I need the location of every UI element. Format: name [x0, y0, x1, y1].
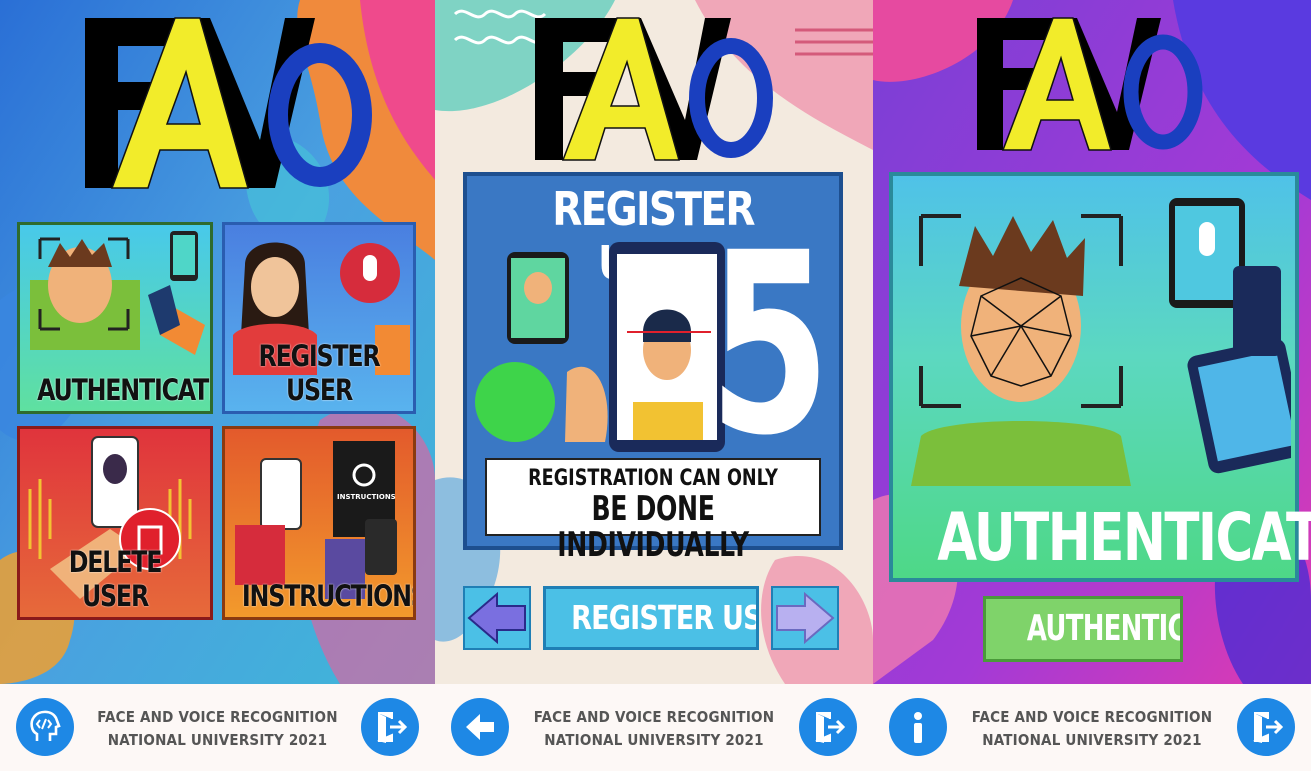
- arrow-left-icon: [466, 714, 494, 740]
- register-info-panel: REGISTER USER 5 REGISTRATION CAN ONLY BE…: [463, 172, 843, 563]
- authenticate-tile[interactable]: AUTHENTICATE: [17, 222, 213, 414]
- footer-credits: FACE AND VOICE RECOGNITION NATIONAL UNIV…: [80, 706, 355, 752]
- register-phone-illustration: [475, 242, 725, 452]
- favo-logo: [535, 17, 773, 161]
- register-user-tile-label: REGISTER USER: [258, 339, 380, 407]
- authenticate-face-illustration: [911, 198, 1291, 486]
- register-user-button-label: REGISTER USER: [571, 598, 759, 637]
- delete-user-tile-label: DELETE USER: [68, 545, 163, 613]
- footer-line-2: NATIONAL UNIVERSITY 2021: [107, 731, 328, 749]
- exit-door-icon: [815, 712, 846, 743]
- footer-credits: FACE AND VOICE RECOGNITION NATIONAL UNIV…: [953, 706, 1231, 752]
- exit-door-icon: [377, 712, 408, 743]
- favo-logo: [977, 17, 1203, 151]
- previous-arrow-button[interactable]: [463, 586, 531, 654]
- register-screen: REGISTER USER 5 REGISTRATION CAN ONLY BE…: [435, 0, 873, 771]
- head-code-button[interactable]: [16, 698, 74, 756]
- register-note-line-2: BE DONE INDIVIDUALLY: [557, 489, 749, 565]
- authenticate-panel-label: AUTHENTICATE: [937, 499, 1311, 576]
- authenticate-button-label: AUTHENTICATE: [1026, 608, 1183, 649]
- instructions-tile-label: INSTRUCTIONS: [241, 579, 416, 613]
- authenticate-info-panel: AUTHENTICATE: [889, 172, 1311, 582]
- instructions-book-label: INSTRUCTIONS: [337, 493, 396, 501]
- info-button[interactable]: [889, 698, 947, 756]
- register-note-box: REGISTRATION CAN ONLY BE DONE INDIVIDUAL…: [485, 458, 821, 563]
- footer-line-1: FACE AND VOICE RECOGNITION: [97, 708, 338, 726]
- next-arrow-button[interactable]: [771, 586, 839, 654]
- exit-button[interactable]: [1237, 698, 1295, 756]
- arrow-right-icon: [771, 586, 839, 650]
- authenticate-button[interactable]: AUTHENTICATE: [983, 596, 1183, 662]
- favo-logo: [85, 17, 372, 189]
- instructions-tile[interactable]: INSTRUCTIONS INSTRUCTIONS: [222, 426, 416, 620]
- exit-button[interactable]: [361, 698, 419, 756]
- arrow-left-icon: [463, 586, 531, 650]
- exit-button[interactable]: [799, 698, 857, 756]
- delete-user-tile[interactable]: DELETE USER: [17, 426, 213, 620]
- footer-bar: FACE AND VOICE RECOGNITION NATIONAL UNIV…: [435, 684, 873, 771]
- register-user-button[interactable]: REGISTER USER: [543, 586, 759, 650]
- register-user-tile[interactable]: REGISTER USER: [222, 222, 416, 414]
- register-big-number: 5: [708, 199, 831, 490]
- footer-line-2: NATIONAL UNIVERSITY 2021: [544, 731, 764, 749]
- footer-bar: FACE AND VOICE RECOGNITION NATIONAL UNIV…: [873, 684, 1311, 771]
- authenticate-screen: AUTHENTICATE AUTHENTICATE FACE AND VOICE…: [873, 0, 1311, 771]
- home-screen: AUTHENTICATE REGISTER USER DELETE USER I…: [0, 0, 435, 771]
- footer-line-2: NATIONAL UNIVERSITY 2021: [982, 731, 1202, 749]
- footer-bar: FACE AND VOICE RECOGNITION NATIONAL UNIV…: [0, 684, 435, 771]
- footer-line-1: FACE AND VOICE RECOGNITION: [533, 708, 775, 726]
- register-note-line-1: REGISTRATION CAN ONLY: [528, 466, 778, 491]
- footer-line-1: FACE AND VOICE RECOGNITION: [971, 708, 1213, 726]
- authenticate-tile-label: AUTHENTICATE: [37, 373, 213, 407]
- footer-credits: FACE AND VOICE RECOGNITION NATIONAL UNIV…: [515, 706, 793, 752]
- exit-door-icon: [1253, 712, 1284, 743]
- info-icon: [914, 712, 922, 743]
- back-button[interactable]: [451, 698, 509, 756]
- head-code-icon: [30, 710, 61, 741]
